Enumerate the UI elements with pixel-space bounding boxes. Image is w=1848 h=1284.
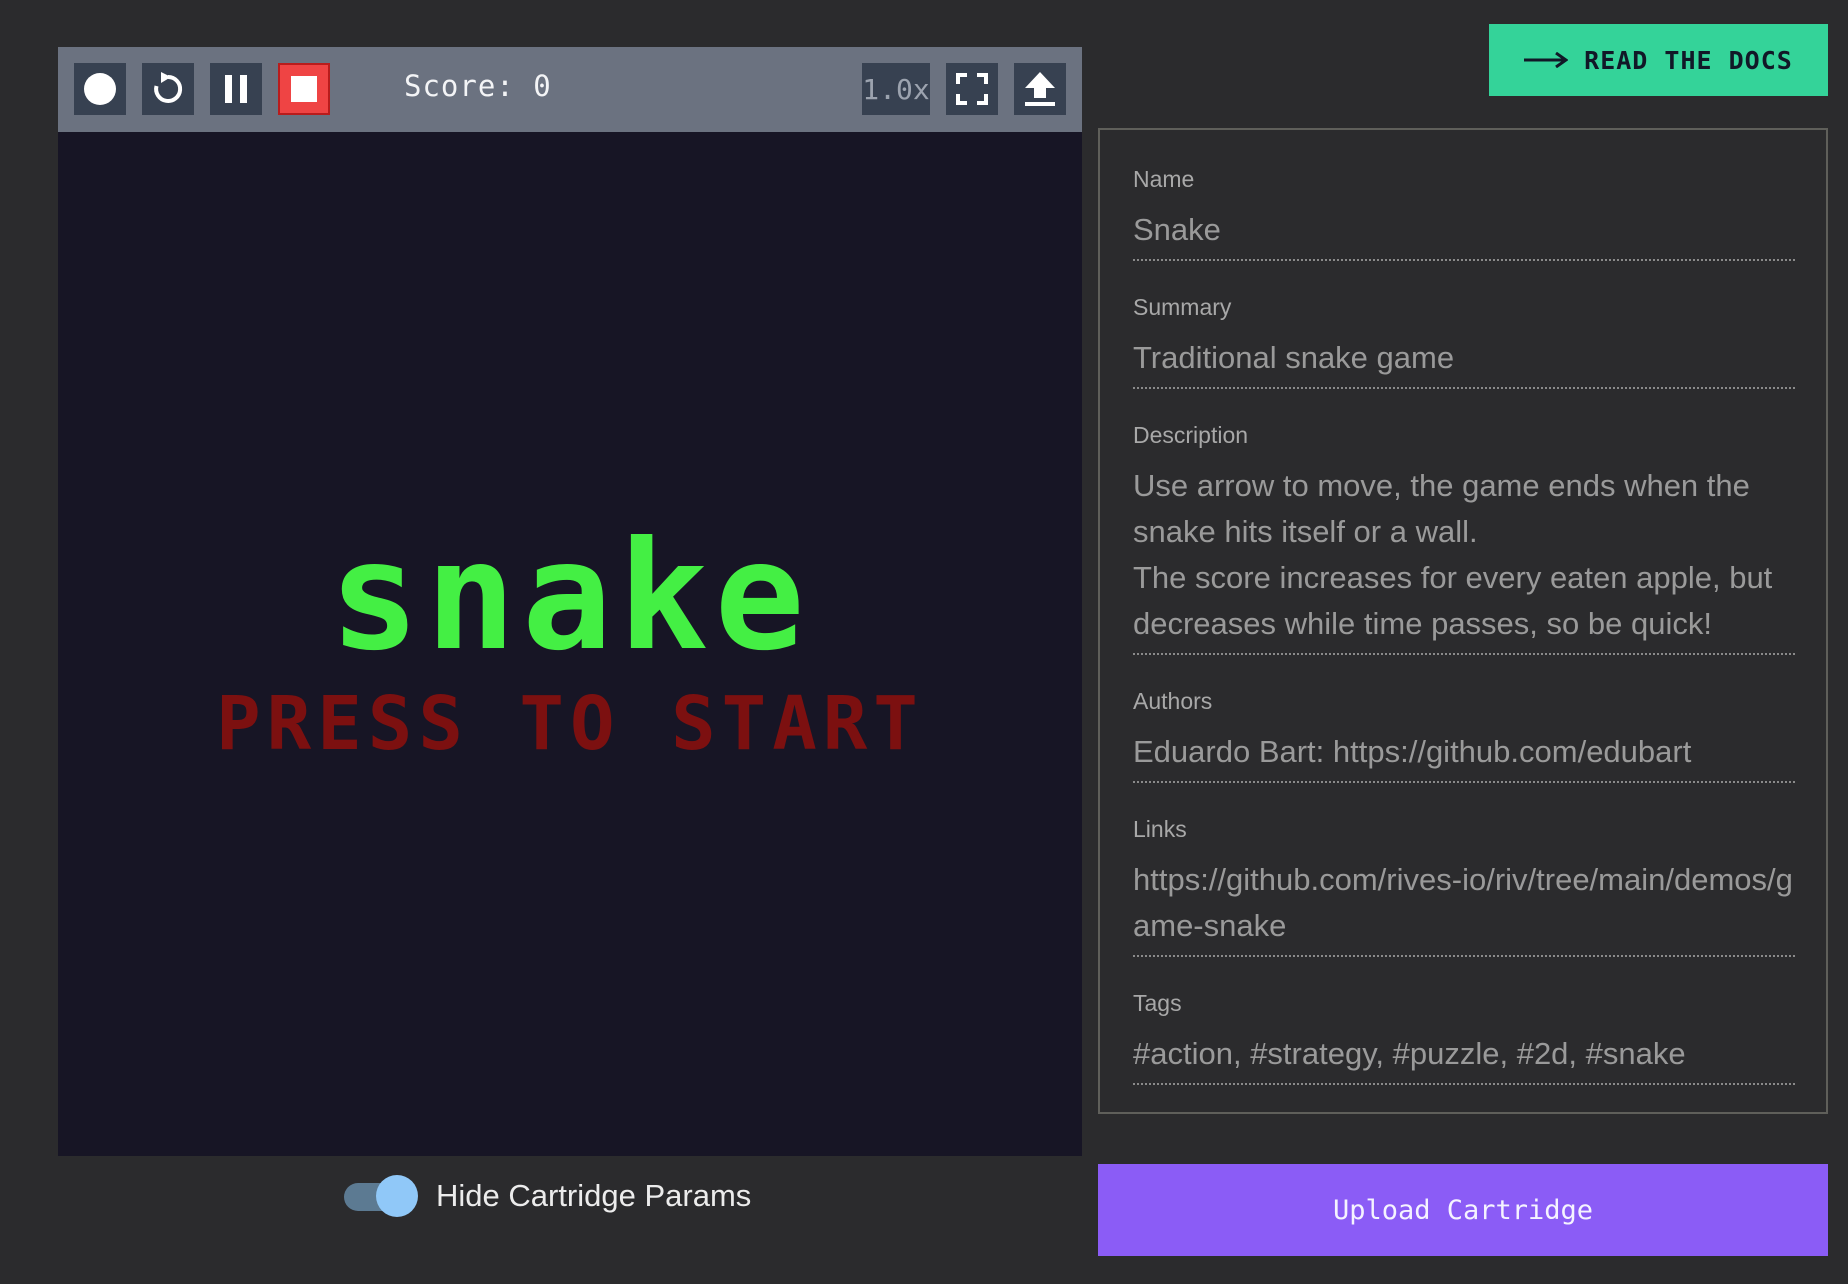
read-docs-label: READ THE DOCS bbox=[1584, 45, 1793, 75]
press-start-text: PRESS TO START bbox=[216, 681, 924, 767]
stop-icon bbox=[291, 76, 317, 102]
links-label: Links bbox=[1133, 816, 1187, 842]
upload-toolbar-button[interactable] bbox=[1014, 63, 1066, 115]
speed-button[interactable]: 1.0x bbox=[862, 63, 930, 115]
name-label: Name bbox=[1133, 166, 1195, 192]
fullscreen-icon bbox=[956, 73, 988, 105]
description-field[interactable]: Description Use arrow to move, the game … bbox=[1133, 422, 1795, 655]
restart-button[interactable] bbox=[142, 63, 194, 115]
summary-field[interactable]: Summary Traditional snake game bbox=[1133, 294, 1795, 389]
stop-button[interactable] bbox=[278, 63, 330, 115]
cartridge-params-panel: Name Snake Summary Traditional snake gam… bbox=[1098, 128, 1828, 1114]
game-title: snake bbox=[329, 510, 811, 684]
summary-label: Summary bbox=[1133, 294, 1232, 320]
read-docs-button[interactable]: READ THE DOCS bbox=[1489, 24, 1828, 96]
tags-field[interactable]: Tags #action, #strategy, #puzzle, #2d, #… bbox=[1133, 990, 1795, 1085]
pause-button[interactable] bbox=[210, 63, 262, 115]
arrow-right-icon bbox=[1524, 52, 1569, 68]
toggle-label: Hide Cartridge Params bbox=[436, 1178, 752, 1213]
game-screen[interactable]: snake PRESS TO START bbox=[58, 132, 1082, 1156]
emulator-toolbar: Score: 0 1.0x bbox=[58, 47, 1082, 132]
fullscreen-button[interactable] bbox=[946, 63, 998, 115]
authors-label: Authors bbox=[1133, 688, 1213, 714]
summary-input[interactable]: Traditional snake game bbox=[1133, 335, 1795, 389]
links-textarea[interactable]: https://github.com/rives-io/riv/tree/mai… bbox=[1133, 857, 1795, 957]
pause-icon bbox=[225, 75, 247, 103]
tags-label: Tags bbox=[1133, 990, 1182, 1016]
name-field[interactable]: Name Snake bbox=[1133, 166, 1795, 261]
upload-icon bbox=[1025, 72, 1055, 106]
record-icon bbox=[84, 73, 116, 105]
description-textarea[interactable]: Use arrow to move, the game ends when th… bbox=[1133, 463, 1795, 655]
toggle-knob[interactable] bbox=[376, 1175, 418, 1217]
score-display: Score: 0 bbox=[404, 69, 552, 103]
description-label: Description bbox=[1133, 422, 1249, 448]
restart-icon bbox=[154, 72, 183, 103]
authors-input[interactable]: Eduardo Bart: https://github.com/edubart bbox=[1133, 729, 1795, 783]
links-field[interactable]: Links https://github.com/rives-io/riv/tr… bbox=[1133, 816, 1795, 957]
tags-input[interactable]: #action, #strategy, #puzzle, #2d, #snake bbox=[1133, 1031, 1795, 1085]
upload-cartridge-button[interactable]: Upload Cartridge bbox=[1098, 1164, 1828, 1256]
name-input[interactable]: Snake bbox=[1133, 207, 1795, 261]
authors-field[interactable]: Authors Eduardo Bart: https://github.com… bbox=[1133, 688, 1795, 783]
record-button[interactable] bbox=[74, 63, 126, 115]
